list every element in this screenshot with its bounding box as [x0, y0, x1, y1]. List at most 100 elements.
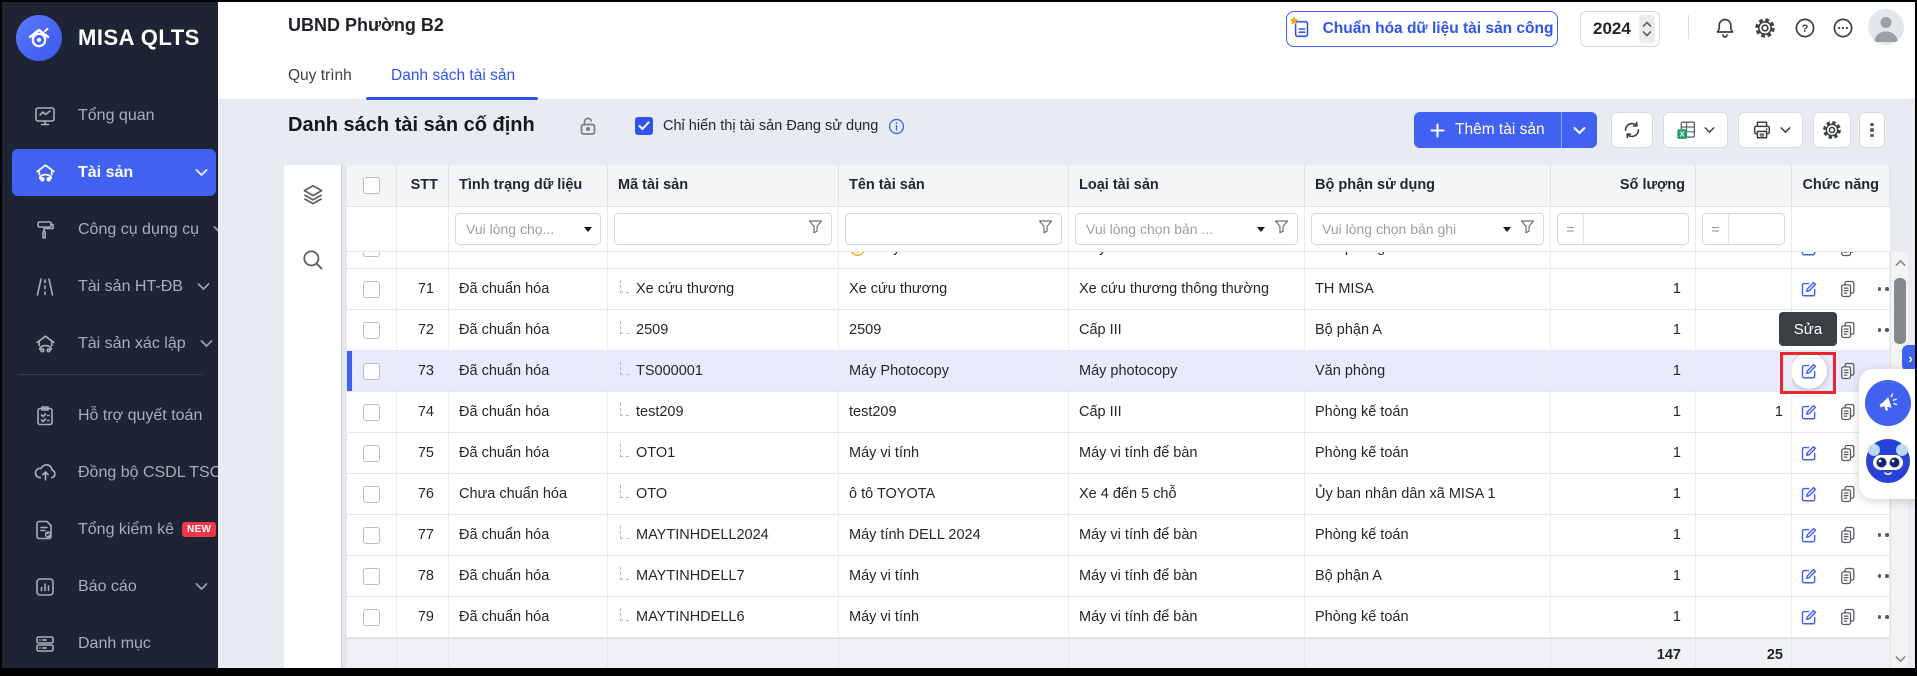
table-row[interactable]: 78 Đã chuẩn hóa MAYTINHDELL7 Máy vi tính… — [347, 556, 1890, 597]
table-row[interactable]: 72 Đã chuẩn hóa 2509 2509 Cấp III Bộ phậ… — [347, 310, 1890, 351]
edit-icon[interactable] — [1798, 483, 1820, 505]
sidebar-item-tai-san-xac-lap[interactable]: Tài sản xác lập — [2, 315, 218, 372]
edit-icon[interactable] — [1798, 442, 1820, 464]
row-more-icon[interactable] — [1876, 565, 1890, 587]
filter-code-input[interactable] — [614, 213, 832, 245]
row-checkbox[interactable] — [363, 404, 380, 421]
refresh-button[interactable] — [1611, 112, 1653, 148]
normalize-data-button[interactable]: Chuẩn hóa dữ liệu tài sản công — [1286, 11, 1558, 47]
edit-icon[interactable] — [1798, 606, 1820, 628]
filter-extra-input[interactable]: = — [1702, 213, 1785, 245]
col-ma-tai-san[interactable]: Mã tài sản — [608, 165, 839, 206]
more-options-icon[interactable] — [1831, 16, 1855, 40]
duplicate-icon[interactable] — [1837, 401, 1859, 423]
sidebar-item-ho-tro-quyet-toan[interactable]: Hỗ trợ quyết toán — [2, 387, 218, 444]
table-row[interactable]: 77 Đã chuẩn hóa MAYTINHDELL2024 Máy tính… — [347, 515, 1890, 556]
col-so-luong[interactable]: Số lượng — [1551, 165, 1696, 206]
duplicate-icon[interactable] — [1837, 319, 1859, 341]
info-icon[interactable] — [888, 118, 905, 135]
row-checkbox[interactable] — [363, 609, 380, 626]
table-row[interactable]: 71 Đã chuẩn hóa Xe cứu thương Xe cứu thư… — [347, 269, 1890, 310]
more-actions-button[interactable] — [1859, 112, 1885, 148]
export-excel-button[interactable]: X — [1663, 112, 1728, 148]
edit-icon[interactable] — [1798, 565, 1820, 587]
row-more-icon[interactable] — [1876, 319, 1890, 341]
duplicate-icon[interactable] — [1837, 606, 1859, 628]
settings-gear-icon[interactable] — [1753, 16, 1777, 40]
tab-danh-sach-tai-san[interactable]: Danh sách tài sản — [391, 52, 515, 100]
col-stt[interactable]: STT — [397, 165, 449, 206]
row-checkbox[interactable] — [363, 281, 380, 298]
edit-icon[interactable] — [1798, 401, 1820, 423]
notification-bell-icon[interactable] — [1713, 16, 1737, 40]
layers-icon[interactable] — [300, 182, 326, 208]
year-stepper[interactable] — [1639, 15, 1655, 43]
sidebar-item-danh-muc[interactable]: Danh mục — [2, 615, 218, 668]
scroll-up-arrow[interactable] — [1891, 254, 1909, 272]
filter-quantity-input[interactable]: = — [1557, 213, 1689, 245]
edit-icon[interactable] — [1798, 252, 1820, 259]
help-icon[interactable]: ? — [1793, 16, 1817, 40]
sidebar-item-tai-san[interactable]: Tài sản — [2, 144, 218, 201]
duplicate-icon[interactable] — [1837, 483, 1859, 505]
row-checkbox[interactable] — [363, 252, 380, 257]
duplicate-icon[interactable] — [1837, 360, 1859, 382]
row-checkbox[interactable] — [363, 568, 380, 585]
table-row[interactable]: 70 Chưa chuẩn hóa MAYTINH9 Máy tính DELL… — [347, 252, 1890, 269]
print-button[interactable] — [1738, 112, 1803, 148]
duplicate-icon[interactable] — [1837, 278, 1859, 300]
col-tinh-trang[interactable]: Tình trạng dữ liệu — [449, 165, 608, 206]
filter-type-dropdown[interactable]: Vui lòng chọn bản ... — [1075, 213, 1298, 245]
row-more-icon[interactable] — [1876, 252, 1890, 259]
col-loai-tai-san[interactable]: Loại tài sản — [1069, 165, 1305, 206]
scrollbar-thumb[interactable] — [1894, 278, 1906, 344]
sidebar-item-tong-quan[interactable]: Tổng quan — [2, 87, 218, 144]
funnel-icon[interactable] — [1273, 218, 1290, 240]
table-row[interactable]: 76 Chưa chuẩn hóa OTO ô tô TOYOTA Xe 4 đ… — [347, 474, 1890, 515]
sidebar-item-tai-san-ht-db[interactable]: Tài sản HT-ĐB — [2, 258, 218, 315]
edit-icon[interactable] — [1798, 360, 1820, 382]
table-row[interactable]: 73 Đã chuẩn hóa TS000001 Máy Photocopy M… — [347, 351, 1890, 392]
sidebar-item-tong-kiem-ke[interactable]: Tổng kiểm kê NEW — [2, 501, 218, 558]
row-checkbox[interactable] — [363, 486, 380, 503]
row-checkbox[interactable] — [363, 527, 380, 544]
search-icon[interactable] — [300, 247, 326, 273]
filter-status-dropdown[interactable]: Vui lòng chọ... — [455, 213, 601, 245]
edit-icon[interactable] — [1798, 524, 1820, 546]
row-more-icon[interactable] — [1876, 524, 1890, 546]
collapse-panel-arrow[interactable]: › — [1902, 345, 1915, 371]
funnel-icon[interactable] — [807, 218, 824, 240]
sidebar-item-bao-cao[interactable]: Báo cáo — [2, 558, 218, 615]
sidebar-item-dong-bo-csdl-tsc[interactable]: Đồng bộ CSDL TSC NEW — [2, 444, 218, 501]
tab-quy-trinh[interactable]: Quy trình — [288, 52, 352, 100]
table-row[interactable]: 74 Đã chuẩn hóa test209 test209 Cấp III … — [347, 392, 1890, 433]
filter-department-dropdown[interactable]: Vui lòng chọn bản ghi — [1311, 213, 1544, 245]
duplicate-icon[interactable] — [1837, 252, 1859, 259]
col-ten-tai-san[interactable]: Tên tài sản — [839, 165, 1069, 206]
year-selector[interactable]: 2024 — [1580, 11, 1660, 47]
filter-name-input[interactable] — [845, 213, 1062, 245]
table-row[interactable]: 79 Đã chuẩn hóa MAYTINHDELL6 Máy vi tính… — [347, 597, 1890, 638]
announcement-megaphone-button[interactable] — [1865, 380, 1911, 426]
duplicate-icon[interactable] — [1837, 524, 1859, 546]
table-settings-button[interactable] — [1813, 112, 1851, 148]
show-in-use-filter[interactable]: Chỉ hiển thị tài sản Đang sử dụng — [635, 117, 905, 135]
duplicate-icon[interactable] — [1837, 442, 1859, 464]
col-bo-phan[interactable]: Bộ phận sử dụng — [1305, 165, 1551, 206]
select-all-checkbox[interactable] — [363, 177, 380, 194]
row-more-icon[interactable] — [1876, 606, 1890, 628]
checkbox-checked-icon[interactable] — [635, 117, 653, 135]
duplicate-icon[interactable] — [1837, 565, 1859, 587]
add-asset-dropdown-toggle[interactable] — [1561, 112, 1597, 148]
table-row[interactable]: 75 Đã chuẩn hóa OTO1 Máy vi tính Máy vi … — [347, 433, 1890, 474]
funnel-icon[interactable] — [1519, 218, 1536, 240]
row-checkbox[interactable] — [363, 445, 380, 462]
add-asset-button[interactable]: Thêm tài sản — [1414, 112, 1561, 148]
sidebar-item-cong-cu-dung-cu[interactable]: Công cụ dụng cụ — [2, 201, 218, 258]
scroll-down-arrow[interactable] — [1891, 650, 1909, 668]
misa-assistant-bot-button[interactable] — [1865, 438, 1911, 484]
row-checkbox[interactable] — [363, 363, 380, 380]
row-checkbox[interactable] — [363, 322, 380, 339]
funnel-icon[interactable] — [1037, 218, 1054, 240]
edit-icon[interactable] — [1798, 278, 1820, 300]
